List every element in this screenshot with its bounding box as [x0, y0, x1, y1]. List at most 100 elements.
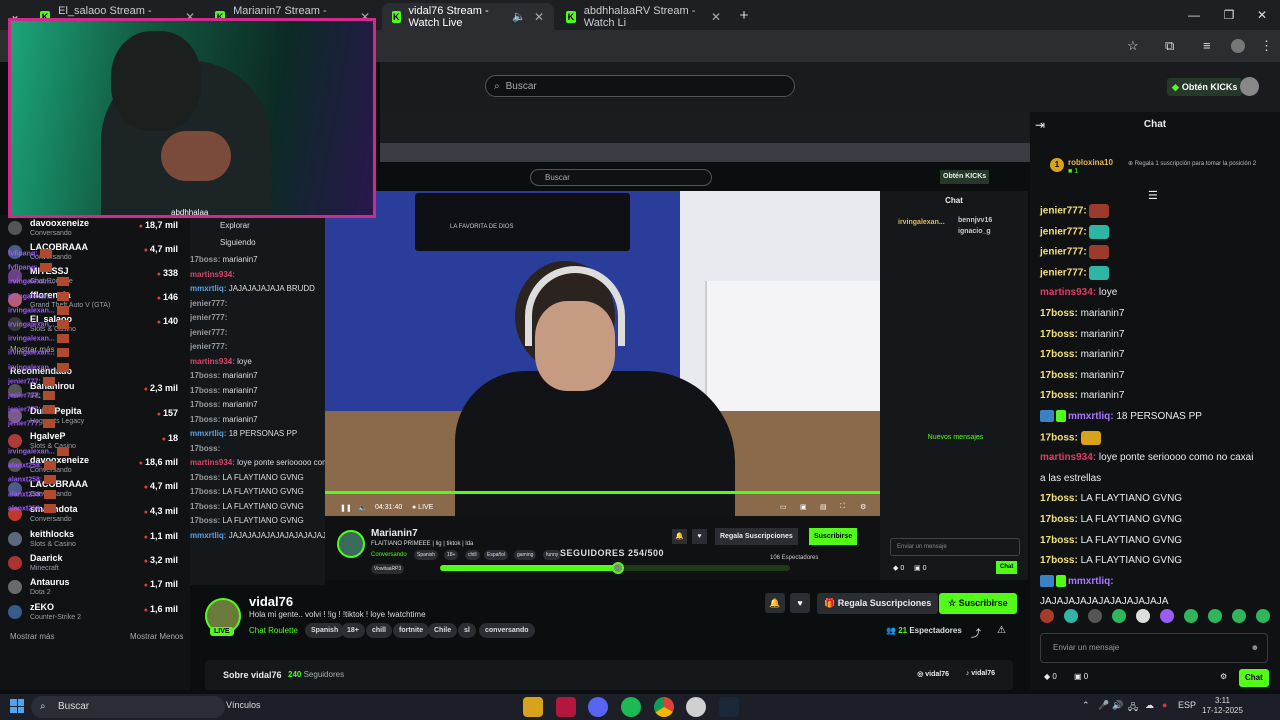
profile-icon[interactable] — [1231, 39, 1245, 53]
chat-username[interactable]: 17boss: — [1040, 349, 1078, 360]
windows-start-icon[interactable] — [10, 699, 24, 713]
tab-vidal76[interactable]: K vidal76 Stream - Watch Live 🔈 ✕ — [382, 3, 554, 30]
emote-icon[interactable] — [1256, 609, 1270, 623]
nested-tag[interactable]: Spanish — [414, 550, 439, 560]
kicks-balance[interactable]: ◆ 0 — [1044, 672, 1057, 681]
stream-tag[interactable]: conversando — [479, 623, 535, 638]
sidebar-item-recommended[interactable]: AntaurusDota 21,7 mil — [8, 577, 186, 601]
chat-send-button[interactable]: Chat — [1239, 669, 1269, 687]
chat-username[interactable]: jenier777: — [1040, 206, 1087, 217]
tiktok-app-icon[interactable] — [556, 697, 576, 717]
chat-username[interactable]: mmxrtliq: — [1068, 411, 1114, 422]
speaker-icon[interactable]: 🔈 — [512, 10, 526, 23]
close-tab-icon[interactable]: ✕ — [534, 10, 544, 24]
tiktok-link[interactable]: ♪ vidal76 — [966, 670, 995, 677]
scroll-down-icon[interactable]: ☰ — [1148, 189, 1158, 202]
emote-icon[interactable] — [1040, 609, 1054, 623]
emote-icon[interactable] — [1160, 609, 1174, 623]
chat-username[interactable]: 17boss: — [1040, 555, 1078, 566]
search-input[interactable]: ⌕ Buscar — [485, 75, 795, 97]
emote-icon[interactable] — [1232, 609, 1246, 623]
report-flag-icon[interactable]: ⚠ — [997, 625, 1006, 636]
app-icon[interactable] — [686, 697, 706, 717]
chat-username[interactable]: jenier777: — [1040, 247, 1087, 258]
sidebar-item-recommended[interactable]: zEKOCounter-Strike 21,6 mil — [8, 602, 186, 626]
share-icon[interactable]: ⤴ — [971, 625, 981, 640]
gift-subs-button[interactable]: 🎁 Regala Suscripciones — [817, 593, 939, 614]
stream-tag[interactable]: chill — [366, 623, 393, 638]
new-messages-label[interactable]: Nuevos mensajes — [888, 434, 1023, 441]
mic-icon[interactable]: 🎤 — [1098, 700, 1109, 711]
fullscreen-icon[interactable]: ⛶ — [840, 503, 845, 511]
chat-username[interactable]: 17boss: — [1040, 390, 1078, 401]
pinned-gift-banner[interactable]: 1 robloxina10 ■ 1 ⊕ Regala 1 suscripción… — [1040, 150, 1270, 184]
clip-icon[interactable]: ▤ — [820, 503, 827, 511]
nested-heart-icon[interactable]: ♥ — [692, 529, 707, 544]
taskbar-links[interactable]: Vínculos — [226, 700, 261, 710]
pip-icon[interactable]: ▣ — [800, 503, 807, 511]
taskbar-search[interactable]: ⌕ Buscar — [31, 696, 225, 718]
clock[interactable]: 3:11 17-12-2025 — [1202, 696, 1243, 716]
emote-icon[interactable] — [1064, 609, 1078, 623]
nested-chat-send-button[interactable]: Chat — [996, 561, 1018, 574]
theater-icon[interactable]: ▭ — [780, 503, 787, 511]
notification-bell-icon[interactable]: 🔔 — [765, 593, 785, 613]
nested-search-input[interactable]: Buscar — [530, 169, 712, 186]
vpn-icon[interactable]: ● — [1162, 700, 1167, 710]
sidebar-item-recommended[interactable]: keithlocksSlots & Casino1,1 mil — [8, 529, 186, 553]
chat-username[interactable]: mmxrtliq: — [1068, 576, 1114, 587]
emote-icon[interactable] — [1136, 609, 1150, 623]
sidebar-item-following[interactable]: davooxeneizeConversando18,7 mil — [8, 218, 186, 242]
sidebar-item-recommended[interactable]: DaarickMinecraft3,2 mil — [8, 553, 186, 577]
chat-username[interactable]: 17boss: — [1040, 370, 1078, 381]
menu-dots-icon[interactable]: ⋮ — [1260, 38, 1273, 54]
show-more-link[interactable]: Mostrar más — [10, 632, 54, 641]
lang-indicator[interactable]: ESP — [1178, 700, 1196, 710]
chat-username[interactable]: 17boss: — [1040, 432, 1078, 443]
new-tab-button[interactable]: + — [730, 0, 758, 30]
steam-icon[interactable] — [719, 697, 739, 717]
stream-tag[interactable]: sl — [458, 623, 476, 638]
chat-username[interactable]: 17boss: — [1040, 493, 1078, 504]
close-window-button[interactable]: ✕ — [1244, 0, 1280, 30]
maximize-button[interactable]: ❐ — [1211, 0, 1247, 30]
subs-balance[interactable]: ▣ 0 — [1074, 672, 1088, 681]
chat-username[interactable]: jenier777: — [1040, 226, 1087, 237]
subscribe-button[interactable]: ☆ Suscribirse — [939, 593, 1017, 614]
chat-username[interactable]: martins934: — [1040, 287, 1096, 298]
extensions-icon[interactable]: ⧉ — [1165, 38, 1174, 54]
nested-channel-name[interactable]: Marianin7 — [371, 528, 418, 539]
nested-channel-category[interactable]: Conversando — [371, 552, 407, 558]
nested-bell-icon[interactable]: 🔔 — [672, 529, 687, 544]
chat-username[interactable]: jenier777: — [1040, 267, 1087, 278]
emote-icon[interactable] — [1208, 609, 1222, 623]
nested-follow-button[interactable]: Suscribirse — [809, 528, 858, 545]
network-icon[interactable]: 🖧 — [1128, 700, 1138, 716]
stream-tag[interactable]: Chile — [428, 623, 458, 638]
discord-icon[interactable] — [588, 697, 608, 717]
minimize-button[interactable]: — — [1176, 0, 1212, 30]
emote-icon[interactable] — [1184, 609, 1198, 623]
stream-tag[interactable]: 18+ — [341, 623, 365, 638]
stream-tag[interactable]: Spanish — [305, 623, 345, 638]
pause-icon[interactable]: ❚❚ — [340, 504, 352, 512]
tray-expand-icon[interactable]: ⌃ — [1082, 700, 1090, 711]
instagram-link[interactable]: ◎ vidal76 — [917, 670, 949, 678]
cloud-icon[interactable]: ☁ — [1145, 700, 1154, 711]
user-avatar[interactable] — [1240, 77, 1259, 96]
chat-username[interactable]: 17boss: — [1040, 514, 1078, 525]
nested-chat-input[interactable]: Enviar un mensaje — [890, 538, 1020, 556]
spotify-icon[interactable] — [621, 697, 641, 717]
volume-icon[interactable]: 🔈 — [358, 504, 367, 512]
chat-settings-gear-icon[interactable]: ⚙ — [1220, 672, 1227, 681]
emote-icon[interactable] — [1088, 609, 1102, 623]
bookmark-star-icon[interactable]: ☆ — [1127, 38, 1139, 54]
get-kicks-button[interactable]: ◆ Obtén KICKs — [1167, 78, 1243, 96]
video-player[interactable]: LA FAVORITA DE DIOS — [325, 191, 880, 516]
speaker-icon[interactable]: 🔊 — [1112, 700, 1123, 711]
chat-username[interactable]: 17boss: — [1040, 535, 1078, 546]
stream-category[interactable]: Chat Roulette — [249, 626, 298, 635]
chat-input[interactable]: Enviar un mensaje ☻ — [1040, 633, 1268, 663]
media-control-icon[interactable]: ≡ — [1203, 38, 1211, 53]
chrome-icon[interactable] — [654, 697, 674, 717]
